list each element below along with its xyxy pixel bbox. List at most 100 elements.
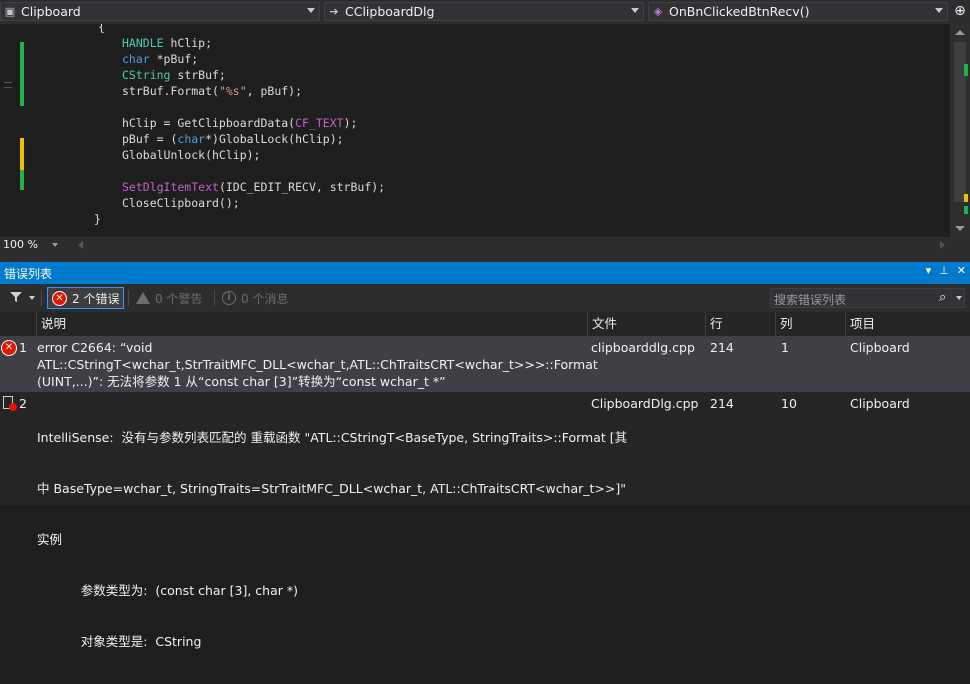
chevron-down-icon[interactable]: [29, 296, 35, 300]
warnings-toggle-label: 0 个警告: [155, 291, 203, 306]
description-line: 中 BaseType=wchar_t, StringTraits=StrTrai…: [37, 481, 627, 496]
row-description: error C2664: “void ATL::CStringT<wchar_t…: [37, 339, 598, 390]
table-row[interactable]: ✕ 1 error C2664: “void ATL::CStringT<wch…: [0, 337, 970, 392]
info-icon: i: [222, 291, 236, 305]
error-list-toolbar: ✕ 2 个错误 0 个警告 i 0 个消息 搜索错误列表 ⌕: [0, 284, 970, 312]
scroll-marker: [964, 64, 968, 76]
search-input[interactable]: 搜索错误列表 ⌕: [770, 288, 965, 308]
column-header-column[interactable]: 列: [775, 312, 845, 336]
code-line[interactable]: HANDLE hClip;: [40, 35, 385, 51]
editor-vertical-scrollbar[interactable]: [950, 24, 970, 237]
code-token: char: [122, 52, 150, 66]
code-token: GlobalUnlock(hClip);: [122, 148, 261, 162]
column-header-line[interactable]: 行: [705, 312, 775, 336]
row-project: Clipboard: [850, 396, 910, 411]
code-line[interactable]: strBuf.Format("%s", pBuf);: [40, 83, 385, 99]
scroll-down-icon[interactable]: [955, 226, 965, 231]
change-marker-saved: [20, 42, 24, 106]
code-token: hClip;: [163, 36, 213, 50]
code-token: char: [177, 132, 206, 146]
grid-header: 说明 文件 行 列 项目: [0, 312, 970, 337]
collapse-indicator: [4, 82, 12, 88]
error-list-grid: 说明 文件 行 列 项目 ✕ 1 error C2664: “void ATL:…: [0, 312, 970, 649]
class-combo[interactable]: ➔ CClipboardDlg: [324, 2, 644, 21]
code-line[interactable]: pBuf = (char*)GlobalLock(hClip);: [40, 131, 385, 147]
zoom-level[interactable]: 100 %: [3, 238, 38, 251]
chevron-down-icon: [307, 8, 315, 13]
code-line[interactable]: CString strBuf;: [40, 67, 385, 83]
code-token: }: [94, 212, 101, 226]
code-token: {: [98, 24, 105, 34]
code-token: , pBuf);: [246, 84, 303, 98]
project-combo[interactable]: ▣ Clipboard: [0, 2, 320, 21]
code-token: *)GlobalLock(hClip);: [205, 132, 344, 146]
code-line[interactable]: SetDlgItemText(IDC_EDIT_RECV, strBuf);: [40, 179, 385, 195]
warnings-toggle-button[interactable]: 0 个警告: [132, 287, 206, 309]
column-header-description[interactable]: 说明: [36, 312, 587, 336]
code-token: );: [343, 116, 358, 130]
panel-splitter[interactable]: [0, 254, 970, 262]
intellisense-error-icon: [3, 396, 17, 411]
code-token: CloseClipboard();: [122, 196, 240, 210]
class-combo-label: CClipboardDlg: [345, 4, 435, 19]
change-marker-unsaved: [20, 138, 24, 170]
chevron-down-icon[interactable]: [52, 243, 58, 247]
description-line: ATL::CStringT<wchar_t,StrTraitMFC_DLL<wc…: [37, 357, 598, 372]
row-project: Clipboard: [850, 340, 910, 355]
chevron-down-icon[interactable]: [956, 296, 962, 300]
code-line[interactable]: GlobalUnlock(hClip);: [40, 147, 385, 163]
change-marker-saved: [20, 170, 24, 190]
description-line: error C2664: “void: [37, 340, 153, 355]
scroll-up-icon[interactable]: [955, 30, 965, 35]
errors-toggle-button[interactable]: ✕ 2 个错误: [47, 287, 125, 309]
description-line: 实例: [37, 532, 63, 547]
code-token: CF_TEXT: [295, 116, 344, 130]
class-icon: ➔: [329, 5, 339, 18]
code-line[interactable]: hClip = GetClipboardData(CF_TEXT);: [40, 115, 385, 131]
row-column: 10: [781, 396, 797, 411]
code-text[interactable]: {HANDLE hClip; char *pBuf; CString strBuf;…: [40, 24, 385, 227]
pin-icon[interactable]: ⊥: [939, 264, 949, 277]
editor-gutter: [0, 24, 32, 237]
close-icon[interactable]: ✕: [957, 264, 966, 277]
code-line[interactable]: [40, 99, 385, 115]
editor-horizontal-bar: 100 %: [0, 237, 970, 254]
table-row[interactable]: 2 IntelliSense: 没有与参数列表匹配的 重载函数 "ATL::CS…: [0, 393, 970, 649]
column-header-file[interactable]: 文件: [587, 312, 705, 336]
member-combo-label: OnBnClickedBtnRecv(): [669, 4, 810, 19]
code-token: *pBuf;: [149, 52, 199, 66]
error-icon: ✕: [1, 340, 17, 356]
code-line[interactable]: [40, 163, 385, 179]
column-header-num[interactable]: [0, 312, 36, 336]
code-line[interactable]: CloseClipboard();: [40, 195, 385, 211]
scroll-left-icon[interactable]: [78, 241, 83, 249]
errors-toggle-label: 2 个错误: [72, 291, 120, 306]
search-icon[interactable]: ⌕: [939, 290, 946, 305]
code-line[interactable]: }: [40, 211, 385, 227]
messages-toggle-button[interactable]: i 0 个消息: [218, 287, 292, 309]
code-line[interactable]: char *pBuf;: [40, 51, 385, 67]
description-line: (UINT,...)”: 无法将参数 1 从“const char [3]”转换…: [37, 374, 446, 389]
row-number: 2: [19, 396, 27, 411]
panel-title: 错误列表: [4, 267, 53, 281]
row-line: 214: [710, 396, 734, 411]
split-window-icon[interactable]: ⊕: [952, 3, 968, 21]
code-token: HANDLE: [122, 36, 164, 50]
messages-toggle-label: 0 个消息: [241, 291, 289, 306]
warning-icon: [136, 292, 150, 304]
error-icon: ✕: [52, 290, 67, 306]
scroll-marker: [964, 206, 968, 214]
row-line: 214: [710, 340, 734, 355]
error-list-titlebar: 错误列表 ▾ ⊥ ✕: [0, 262, 970, 284]
scroll-right-icon[interactable]: [940, 241, 945, 249]
description-line: 对象类型是: CString: [37, 634, 202, 649]
row-file: clipboarddlg.cpp: [591, 340, 695, 355]
cpp-project-icon: ▣: [4, 5, 16, 18]
code-editor[interactable]: {HANDLE hClip; char *pBuf; CString strBuf;…: [0, 24, 950, 237]
column-header-project[interactable]: 项目: [845, 312, 970, 336]
member-combo[interactable]: ◈ OnBnClickedBtnRecv(): [648, 2, 948, 21]
filter-icon[interactable]: [10, 291, 22, 303]
dropdown-icon[interactable]: ▾: [926, 264, 932, 277]
code-line[interactable]: {: [40, 24, 385, 35]
scroll-marker: [964, 194, 968, 202]
